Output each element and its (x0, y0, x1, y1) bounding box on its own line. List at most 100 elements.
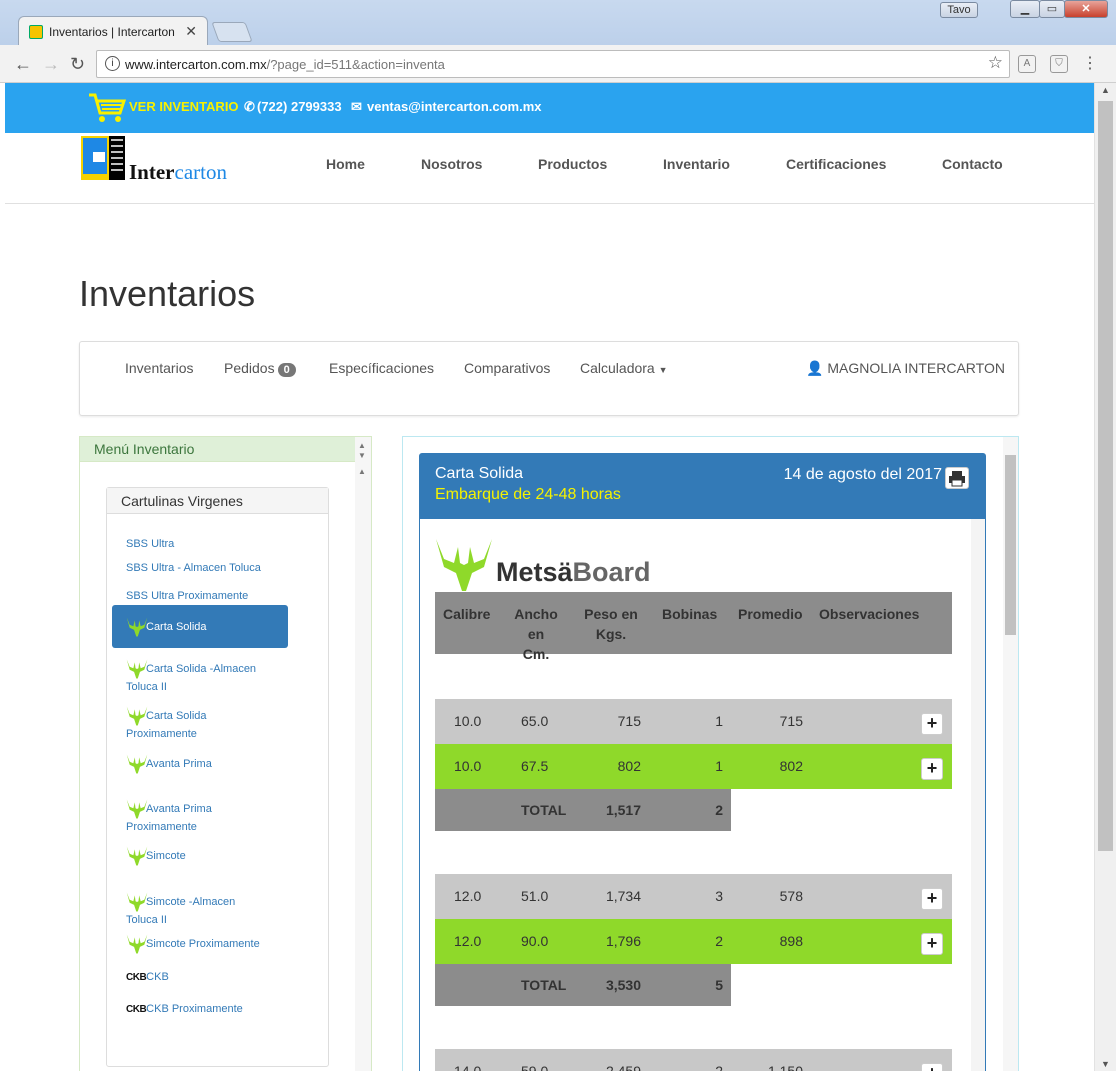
subnav-inventarios[interactable]: Inventarios (125, 360, 193, 376)
sidebar-item-label: SBS Ultra - Almacen Toluca (126, 562, 261, 574)
nav-certificaciones[interactable]: Certificaciones (786, 156, 886, 172)
nav-home[interactable]: Home (326, 156, 365, 172)
intercarton-logo[interactable]: Intercarton (81, 136, 241, 187)
sidebar-item-label: Simcote Proximamente (146, 937, 260, 950)
sidebar-scrollbar[interactable]: ▲ ▼ ▲ (355, 437, 371, 1071)
maximize-icon[interactable]: ▭ (1039, 0, 1065, 18)
sidebar-item[interactable]: CKBCKB (126, 970, 276, 985)
moose-icon (126, 799, 148, 819)
ver-inventario-link[interactable]: VER INVENTARIO (129, 99, 239, 114)
col-ancho: Ancho en Cm. (514, 606, 558, 662)
sidebar-item[interactable]: Simcote -Almacen Toluca II (126, 891, 276, 928)
sidebar-item[interactable]: SBS Ultra Proximamente (126, 589, 276, 604)
sidebar-item[interactable]: CKBCKB Proximamente (126, 1002, 276, 1017)
inventory-date: 14 de agosto del 2017 (783, 466, 942, 483)
page-scrollbar[interactable]: ▲ ▼ (1094, 83, 1116, 1071)
cell-promedio: 802 (779, 758, 803, 774)
user-icon: 👤 (806, 360, 824, 376)
sidebar-item-label-2: Toluca II (126, 914, 167, 926)
scroll-up-icon[interactable]: ▲ (1101, 85, 1110, 95)
moose-logo-icon (436, 539, 492, 591)
sidebar-item-label: Avanta Prima (146, 802, 212, 815)
col-promedio: Promedio (738, 606, 803, 622)
print-icon (949, 471, 965, 487)
pedidos-count-badge: 0 (277, 363, 296, 377)
nav-contacto[interactable]: Contacto (942, 156, 1003, 172)
phone-number[interactable]: (722) 2799333 (257, 99, 342, 114)
table-header: Calibre Ancho en Cm. Peso en Kgs. Bobinas … (435, 592, 952, 662)
close-tab-icon[interactable]: ✕ (185, 23, 197, 40)
cell-calibre: 10.0 (454, 758, 482, 774)
cell-calibre: 14.0 (454, 1063, 482, 1071)
table-row: 14.0 59.0 2,459 2 1,150 + (435, 1049, 952, 1071)
cell-ancho: 67.5 (521, 758, 549, 774)
moose-icon (126, 934, 148, 954)
bookmark-star-icon[interactable]: ☆ (988, 53, 1003, 73)
sidebar-item[interactable]: SBS Ultra - Almacen Toluca (126, 561, 276, 576)
reload-icon[interactable]: ↻ (70, 54, 85, 75)
sidebar-item[interactable]: Carta Solida (112, 605, 288, 648)
cell-promedio: 1,150 (767, 1063, 803, 1071)
scroll-down-icon[interactable]: ▼ (1101, 1059, 1110, 1069)
sidebar-item[interactable]: Avanta Prima (126, 753, 276, 775)
sidebar-item-label-2: Proximamente (126, 821, 197, 833)
tab-title: Inventarios | Intercarton (49, 25, 175, 39)
card-header: Carta Solida Embarque de 24-48 horas 14 … (420, 454, 985, 519)
sidebar-item-label: SBS Ultra Proximamente (126, 590, 249, 602)
sidebar-item-label: Carta Solida -Almacen (146, 662, 257, 675)
cell-peso: 2,459 (605, 1063, 641, 1071)
subnav-pedidos[interactable]: Pedidos 0 (224, 360, 296, 377)
info-icon[interactable]: i (105, 56, 120, 71)
cell-peso: 1,796 (605, 933, 641, 949)
minimize-icon[interactable]: ▁ (1010, 0, 1040, 18)
shipping-info: Embarque de 24-48 horas (435, 486, 621, 503)
nav-nosotros[interactable]: Nosotros (421, 156, 482, 172)
cell-bobinas: 1 (715, 713, 723, 729)
close-window-icon[interactable]: ✕ (1064, 0, 1108, 18)
total-bobinas: 2 (715, 802, 723, 818)
subnav-calculadora[interactable]: Calculadora ▼ (580, 360, 668, 376)
table-scrollbar[interactable] (971, 519, 985, 1071)
total-peso: 1,517 (605, 802, 641, 818)
total-row: TOTAL 3,530 5 (435, 964, 731, 1006)
scroll-thumb[interactable] (1098, 101, 1113, 851)
subnav-comparativos[interactable]: Comparativos (464, 360, 550, 376)
back-icon[interactable]: ← (14, 54, 32, 75)
cell-calibre: 12.0 (454, 888, 482, 904)
user-menu[interactable]: 👤 MAGNOLIA INTERCARTON (806, 360, 1005, 377)
sidebar-item[interactable]: Simcote Proximamente (126, 933, 276, 955)
expand-row-button[interactable]: + (921, 888, 943, 910)
sidebar-item[interactable]: Carta Solida Proximamente (126, 705, 276, 742)
cell-peso: 1,734 (605, 888, 641, 904)
browser-tab[interactable]: Inventarios | Intercarton ✕ (18, 16, 208, 46)
sidebar-item[interactable]: SBS Ultra (126, 537, 276, 552)
address-bar[interactable]: i www.intercarton.com.mx/?page_id=511&ac… (96, 50, 1010, 78)
col-observaciones: Observaciones (819, 606, 920, 622)
envelope-icon: ✉ (351, 99, 362, 114)
subnav-especificaciones[interactable]: Específicaciones (329, 360, 434, 376)
main-scrollbar[interactable] (1003, 437, 1018, 1071)
cart-icon[interactable] (87, 92, 127, 124)
expand-row-button[interactable]: + (921, 758, 943, 780)
expand-row-button[interactable]: + (921, 713, 943, 735)
expand-row-button[interactable]: + (921, 1063, 943, 1071)
browser-menu-icon[interactable]: ⋮ (1082, 53, 1098, 73)
nav-inventario[interactable]: Inventario (663, 156, 730, 172)
print-button[interactable] (945, 467, 969, 489)
sidebar-item[interactable]: Carta Solida -Almacen Toluca II (126, 658, 276, 695)
forward-icon[interactable]: → (42, 54, 60, 75)
metsaboard-text: MetsäBoard (496, 557, 651, 587)
inventory-table-area: MetsäBoard Calibre Ancho en Cm. Peso en Kg… (420, 519, 985, 1071)
total-label: TOTAL (521, 802, 567, 818)
sidebar-item[interactable]: Simcote (126, 845, 276, 867)
pdf-extension-icon[interactable]: A (1018, 55, 1036, 73)
profile-button[interactable]: Tavo (940, 2, 978, 18)
new-tab-button[interactable] (211, 22, 253, 42)
cell-ancho: 90.0 (521, 933, 549, 949)
expand-row-button[interactable]: + (921, 933, 943, 955)
nav-productos[interactable]: Productos (538, 156, 607, 172)
cell-calibre: 10.0 (454, 713, 482, 729)
shield-extension-icon[interactable]: ⛉ (1050, 55, 1068, 73)
sidebar-item[interactable]: Avanta Prima Proximamente (126, 798, 276, 835)
email-link[interactable]: ventas@intercarton.com.mx (367, 99, 542, 114)
